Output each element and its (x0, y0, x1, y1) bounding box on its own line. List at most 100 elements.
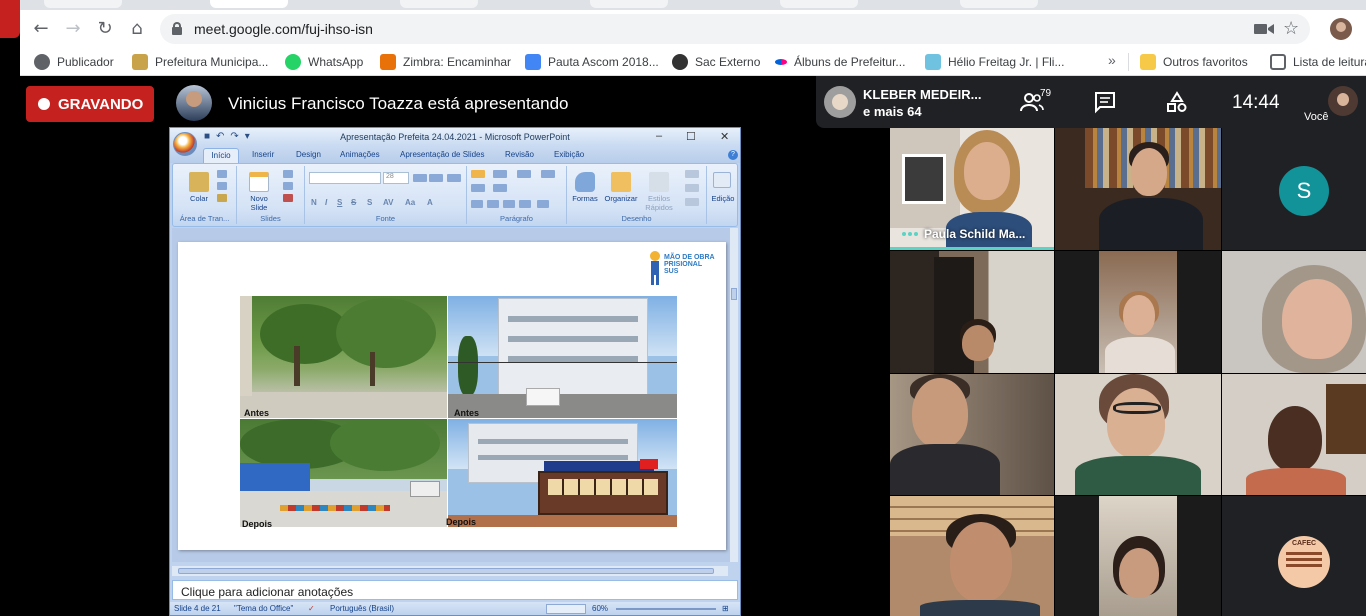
activities-icon[interactable] (1166, 90, 1188, 114)
photo-label: Depois (446, 517, 477, 527)
shapes-label: Formas (572, 194, 598, 203)
more-participants-count: e mais 64 (863, 104, 922, 119)
bookmark-item[interactable]: Publicador (34, 53, 114, 71)
people-count: 79 (1040, 88, 1052, 99)
browser-tab-active[interactable] (210, 0, 288, 8)
shoulders (1246, 468, 1346, 495)
logo-mao-de-obra-prisional-sus: MÃO DE OBRA PRISIONAL SUS (648, 250, 715, 288)
copy-icon (217, 182, 227, 190)
face (1131, 148, 1167, 196)
spellcheck-icon: ✓ (308, 604, 315, 613)
bookmark-star-icon[interactable]: ☆ (1283, 18, 1299, 39)
url-text[interactable]: meet.google.com/fuj-ihso-isn (194, 21, 373, 37)
numbering-icon (493, 170, 507, 178)
font-name-field (309, 172, 381, 184)
participant-tile[interactable] (1055, 374, 1221, 495)
home-icon[interactable]: ⌂ (126, 18, 148, 40)
ribbon-tabs: Início Inserir Design Animações Apresent… (170, 147, 740, 163)
presenter-avatar (176, 85, 212, 121)
pinned-participant-avatar[interactable] (824, 86, 856, 118)
forward-icon[interactable]: → (62, 18, 84, 40)
face (962, 325, 994, 361)
tab-strip (0, 0, 1366, 10)
globe-icon (34, 54, 50, 70)
picture-frame (902, 154, 946, 204)
browser-tab[interactable] (960, 0, 1038, 8)
browser-toolbar: ← → ↻ ⌂ meet.google.com/fuj-ihso-isn ☆ (20, 10, 1366, 48)
camera-icon[interactable] (1254, 22, 1274, 36)
cafec-logo-text: CAFEC (1291, 540, 1317, 547)
ppt-status-bar: Slide 4 de 21 "Tema do Office" ✓ Portugu… (170, 602, 740, 615)
participant-tile[interactable]: CAFEC (1222, 496, 1366, 616)
participant-tile[interactable] (1055, 496, 1221, 616)
bookmark-item[interactable]: Sac Externo (672, 53, 760, 71)
speaking-indicator-icon (902, 232, 918, 236)
bookmark-label: Sac Externo (695, 55, 761, 69)
photo-label: Depois (242, 519, 273, 529)
face (1107, 388, 1165, 458)
underline-icon: S (337, 198, 343, 207)
bookmark-item[interactable]: Álbuns de Prefeitur... (775, 53, 905, 71)
participant-tile[interactable]: Paula Schild Ma... (890, 128, 1054, 250)
participant-name-text: Paula Schild Ma... (924, 227, 1026, 241)
profile-avatar[interactable] (1330, 18, 1352, 40)
outline-icon (685, 184, 699, 192)
lock-icon[interactable] (172, 22, 182, 35)
photo-label: Antes (454, 408, 480, 418)
ribbon-tab-design: Design (296, 150, 321, 159)
bullets-icon (471, 170, 485, 178)
pinned-participant-name: KLEBER MEDEIR... (863, 87, 982, 102)
quick-styles-label-2: Rápidos (645, 203, 673, 212)
bookmark-item[interactable]: Prefeitura Municipa... (132, 53, 268, 71)
other-favorites[interactable]: Outros favoritos (1140, 53, 1248, 71)
delete-slide-icon (283, 194, 293, 202)
participant-tile[interactable] (890, 496, 1054, 616)
language-label: Português (Brasil) (330, 604, 395, 613)
ppt-window-title: Apresentação Prefeita 24.04.2021 - Micro… (340, 132, 570, 142)
browser-tab[interactable] (590, 0, 668, 8)
strikethrough-icon: S (351, 198, 357, 207)
bookmark-item[interactable]: WhatsApp (285, 53, 363, 71)
reload-icon[interactable]: ↻ (94, 18, 116, 40)
participant-tile[interactable]: S (1222, 128, 1366, 250)
participant-tile[interactable] (1055, 251, 1221, 373)
bookmark-item[interactable]: Zimbra: Encaminhar (380, 53, 511, 71)
recording-label: GRAVANDO (58, 95, 144, 113)
bookmark-item[interactable]: Hélio Freitag Jr. | Fli... (925, 53, 1064, 71)
ribbon-group-drawing: Formas Organizar Estilos Rápidos Desenho (567, 166, 707, 224)
meet-stage: GRAVANDO Vinicius Francisco Toazza está … (0, 76, 1366, 616)
logo-text: MÃO DE OBRA PRISIONAL SUS (664, 254, 715, 275)
self-avatar[interactable] (1328, 86, 1358, 116)
bookmark-label: Publicador (57, 55, 114, 69)
quick-styles-icon (649, 172, 669, 192)
ppt-titlebar: ■↶↷▾ Apresentação Prefeita 24.04.2021 - … (170, 128, 740, 147)
bookmarks-overflow-button[interactable]: » (1108, 52, 1116, 68)
participant-tile[interactable] (890, 374, 1054, 495)
help-icon: ? (728, 150, 738, 160)
ribbon-tab-inserir: Inserir (252, 150, 275, 159)
face (1282, 279, 1352, 359)
address-bar[interactable]: meet.google.com/fuj-ihso-isn ☆ (160, 14, 1310, 44)
shoulders (890, 444, 1000, 495)
browser-tab[interactable] (400, 0, 478, 8)
chat-icon[interactable] (1094, 90, 1116, 114)
participant-tile[interactable] (1222, 374, 1366, 495)
reset-icon (283, 182, 293, 190)
browser-tab[interactable] (44, 0, 122, 8)
ribbon-group-label: Parágrafo (500, 214, 533, 223)
ribbon-group-paragraph: Parágrafo (467, 166, 567, 224)
paste-icon (189, 172, 209, 192)
participant-tile[interactable] (1055, 128, 1221, 250)
notes-placeholder: Clique para adicionar anotações (181, 585, 354, 599)
bookmark-item[interactable]: Pauta Ascom 2018... (525, 53, 659, 71)
back-icon[interactable]: ← (30, 18, 52, 40)
cut-icon (217, 170, 227, 178)
reading-list[interactable]: Lista de leitura (1270, 53, 1366, 71)
bookmark-label: Lista de leitura (1293, 55, 1366, 69)
browser-tab[interactable] (780, 0, 858, 8)
shoulders (1099, 198, 1203, 250)
slide-pane: MÃO DE OBRA PRISIONAL SUS Antes Antes De… (172, 228, 738, 562)
participant-tile[interactable] (1222, 251, 1366, 373)
participant-tile[interactable] (890, 251, 1054, 373)
sac-icon (672, 54, 688, 70)
